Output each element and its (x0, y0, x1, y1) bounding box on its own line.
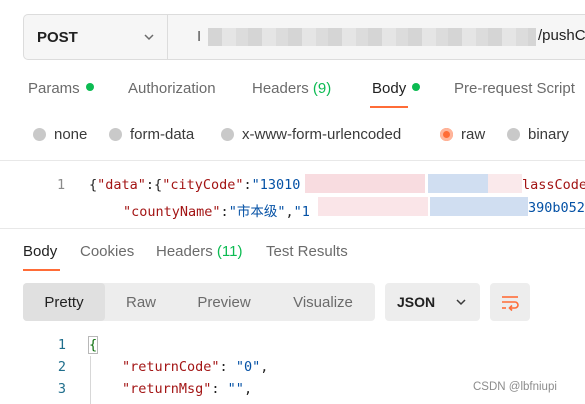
json-punct: , (285, 204, 294, 220)
json-open-brace: { (89, 337, 98, 353)
json-string: "1 (293, 204, 310, 220)
json-key: "countyName" (123, 204, 221, 220)
code-text: "returnMsg": "", (122, 381, 252, 397)
format-select[interactable]: JSON (385, 283, 480, 321)
json-key: "returnCode" (122, 359, 220, 375)
radio-binary[interactable]: binary (507, 126, 569, 143)
tab-params-label: Params (28, 80, 80, 97)
url-redacted (208, 28, 536, 46)
response-tab-test-results[interactable]: Test Results (266, 243, 348, 260)
wrap-lines-button[interactable] (490, 283, 530, 321)
redacted-region (428, 174, 488, 193)
json-punct: , (260, 359, 269, 375)
headers-count: (9) (312, 80, 332, 97)
watermark: CSDN @lbfniupi (473, 381, 557, 393)
response-body-viewer[interactable]: 1 { 2 "returnCode": "0", 3 "returnMsg": … (0, 334, 585, 404)
radio-none-label: none (54, 126, 88, 143)
response-tab-headers-label: Headers (156, 243, 213, 260)
json-key: "data" (97, 177, 146, 193)
tab-headers-label: Headers (252, 80, 309, 97)
json-brace: { (89, 177, 98, 193)
tab-body-label: Body (372, 80, 407, 97)
response-headers-count: (11) (216, 243, 243, 260)
radio-form-data-label: form-data (130, 126, 195, 143)
format-label: JSON (397, 294, 436, 310)
radio-raw-label: raw (461, 126, 486, 143)
redacted-region (318, 197, 428, 216)
json-string: "13010 (251, 177, 301, 193)
json-punct: : (211, 381, 228, 397)
redacted-region (305, 174, 425, 193)
json-punct: , (243, 381, 253, 397)
radio-raw[interactable]: raw (440, 126, 485, 143)
tab-prerequest[interactable]: Pre-request Script (454, 80, 575, 97)
line-number: 2 (57, 359, 66, 375)
line-number: 3 (57, 381, 66, 397)
response-active-underline (23, 269, 60, 271)
request-bar: POST I /pushC (23, 14, 585, 60)
response-tab-headers[interactable]: Headers (11) (156, 243, 242, 260)
json-punct: : (243, 177, 252, 193)
request-body-editor[interactable]: 1 {"data":{"cityCode":"13010 lassCode "c… (0, 172, 585, 222)
url-cursor: I (197, 28, 202, 45)
method-label: POST (37, 28, 78, 46)
radio-none[interactable]: none (33, 126, 87, 143)
tab-prerequest-label: Pre-request Script (454, 80, 575, 97)
chevron-down-icon (456, 299, 466, 306)
json-string: "市本级" (228, 204, 286, 220)
json-string-clipped: 390b052 (528, 200, 585, 216)
line-number: 1 (57, 337, 66, 353)
divider (0, 160, 585, 161)
tab-authorization[interactable]: Authorization (128, 80, 216, 97)
view-visualize[interactable]: Visualize (271, 283, 375, 321)
divider (0, 228, 585, 229)
params-status-dot (85, 83, 94, 91)
wrap-lines-icon (502, 296, 519, 312)
url-input[interactable]: I /pushC (168, 15, 585, 59)
code-row: 2 "returnCode": "0", (0, 359, 585, 381)
view-preview[interactable]: Preview (177, 283, 271, 321)
radio-urlencoded[interactable]: x-www-form-urlencoded (221, 126, 401, 143)
redacted-region (488, 174, 522, 193)
active-tab-underline (370, 106, 408, 108)
radio-raw-circle (440, 128, 453, 141)
line-number: 1 (57, 177, 66, 193)
view-raw[interactable]: Raw (105, 283, 177, 321)
tab-body[interactable]: Body (372, 80, 421, 97)
json-key: "returnMsg" (122, 381, 212, 397)
code-line-1: {"data":{"cityCode":"13010 (89, 177, 300, 193)
json-key: "cityCode" (162, 177, 244, 193)
json-key-clipped: lassCode (522, 177, 585, 193)
tab-headers[interactable]: Headers (9) (252, 80, 331, 97)
radio-binary-circle (507, 128, 520, 141)
view-pretty[interactable]: Pretty (23, 283, 105, 321)
tab-params[interactable]: Params (28, 80, 94, 97)
radio-none-circle (33, 128, 46, 141)
code-line-2: "countyName":"市本级","1 (123, 200, 310, 220)
response-tab-cookies[interactable]: Cookies (80, 243, 134, 260)
code-row: 1 { (0, 337, 585, 359)
indent-guide (90, 356, 91, 404)
radio-binary-label: binary (528, 126, 569, 143)
json-string: "0" (235, 359, 261, 375)
url-visible-part: /pushC (538, 27, 585, 44)
radio-form-data[interactable]: form-data (109, 126, 194, 143)
method-select[interactable]: POST (24, 15, 168, 59)
radio-urlencoded-label: x-www-form-urlencoded (242, 126, 402, 143)
radio-form-data-circle (109, 128, 122, 141)
redacted-region (430, 197, 528, 216)
json-punct: : (220, 204, 229, 220)
tab-authorization-label: Authorization (128, 80, 216, 97)
json-punct: : (219, 359, 236, 375)
json-punct: :{ (145, 177, 163, 193)
chevron-down-icon (144, 34, 154, 41)
response-tab-body[interactable]: Body (23, 243, 57, 260)
radio-urlencoded-circle (221, 128, 234, 141)
body-status-dot (412, 83, 421, 91)
json-string: "" (227, 381, 244, 397)
view-mode-switch: Pretty Raw Preview Visualize (23, 283, 375, 321)
code-text: "returnCode": "0", (122, 359, 268, 375)
